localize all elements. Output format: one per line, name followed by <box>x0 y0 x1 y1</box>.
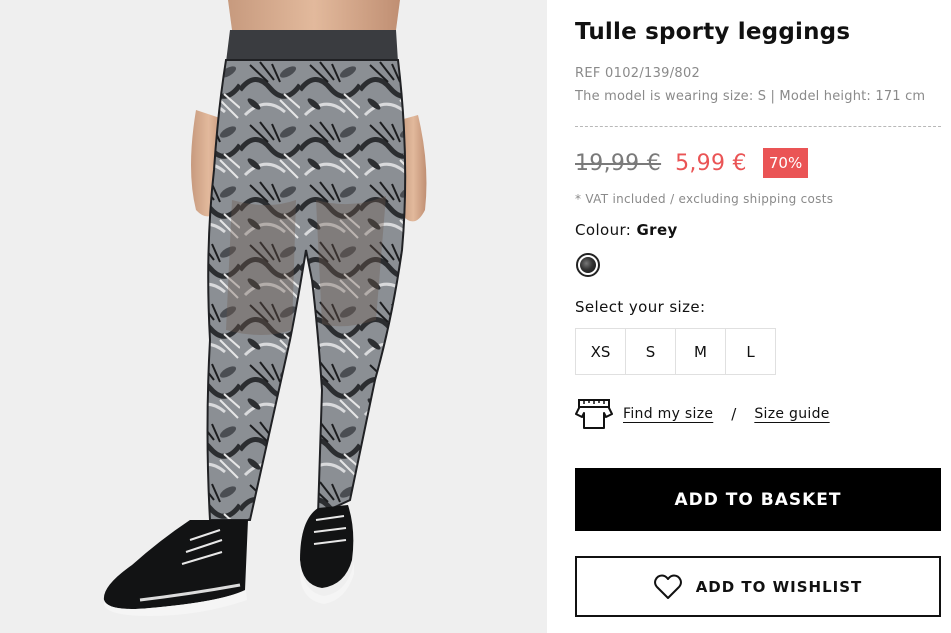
size-label: Select your size: <box>575 298 706 316</box>
product-image[interactable] <box>0 0 547 633</box>
discount-badge: 70% <box>762 148 809 178</box>
size-option-xs[interactable]: XS <box>575 328 626 375</box>
vat-note: * VAT included / excluding shipping cost… <box>575 192 834 206</box>
product-ref: REF 0102/139/802 <box>575 66 701 81</box>
size-selector: XS S M L <box>575 328 776 375</box>
fit-help-row: Find my size / Size guide <box>575 398 830 430</box>
add-to-basket-button[interactable]: ADD TO BASKET <box>575 468 941 531</box>
size-option-m[interactable]: M <box>675 328 726 375</box>
old-price: 19,99 € <box>575 150 662 176</box>
colour-label-text: Colour: <box>575 221 632 239</box>
divider <box>575 126 941 127</box>
tshirt-ruler-icon <box>575 399 613 429</box>
size-option-s[interactable]: S <box>625 328 676 375</box>
fit-separator: / <box>731 405 737 423</box>
model-leggings-photo <box>0 0 547 633</box>
price-row: 19,99 € 5,99 € 70% <box>575 148 809 178</box>
colour-value: Grey <box>636 221 678 239</box>
swatch-pattern <box>580 257 596 273</box>
heart-outline-icon <box>653 574 682 599</box>
colour-label: Colour: Grey <box>575 221 678 239</box>
find-my-size-link[interactable]: Find my size <box>623 406 713 422</box>
size-option-l[interactable]: L <box>725 328 776 375</box>
wishlist-label: ADD TO WISHLIST <box>695 577 863 596</box>
product-title: Tulle sporty leggings <box>575 19 851 45</box>
colour-swatch-grey[interactable] <box>576 253 600 277</box>
size-guide-link[interactable]: Size guide <box>754 406 829 422</box>
add-to-wishlist-button[interactable]: ADD TO WISHLIST <box>575 556 941 617</box>
model-info: The model is wearing size: S | Model hei… <box>575 89 926 104</box>
sale-price: 5,99 € <box>675 150 747 176</box>
